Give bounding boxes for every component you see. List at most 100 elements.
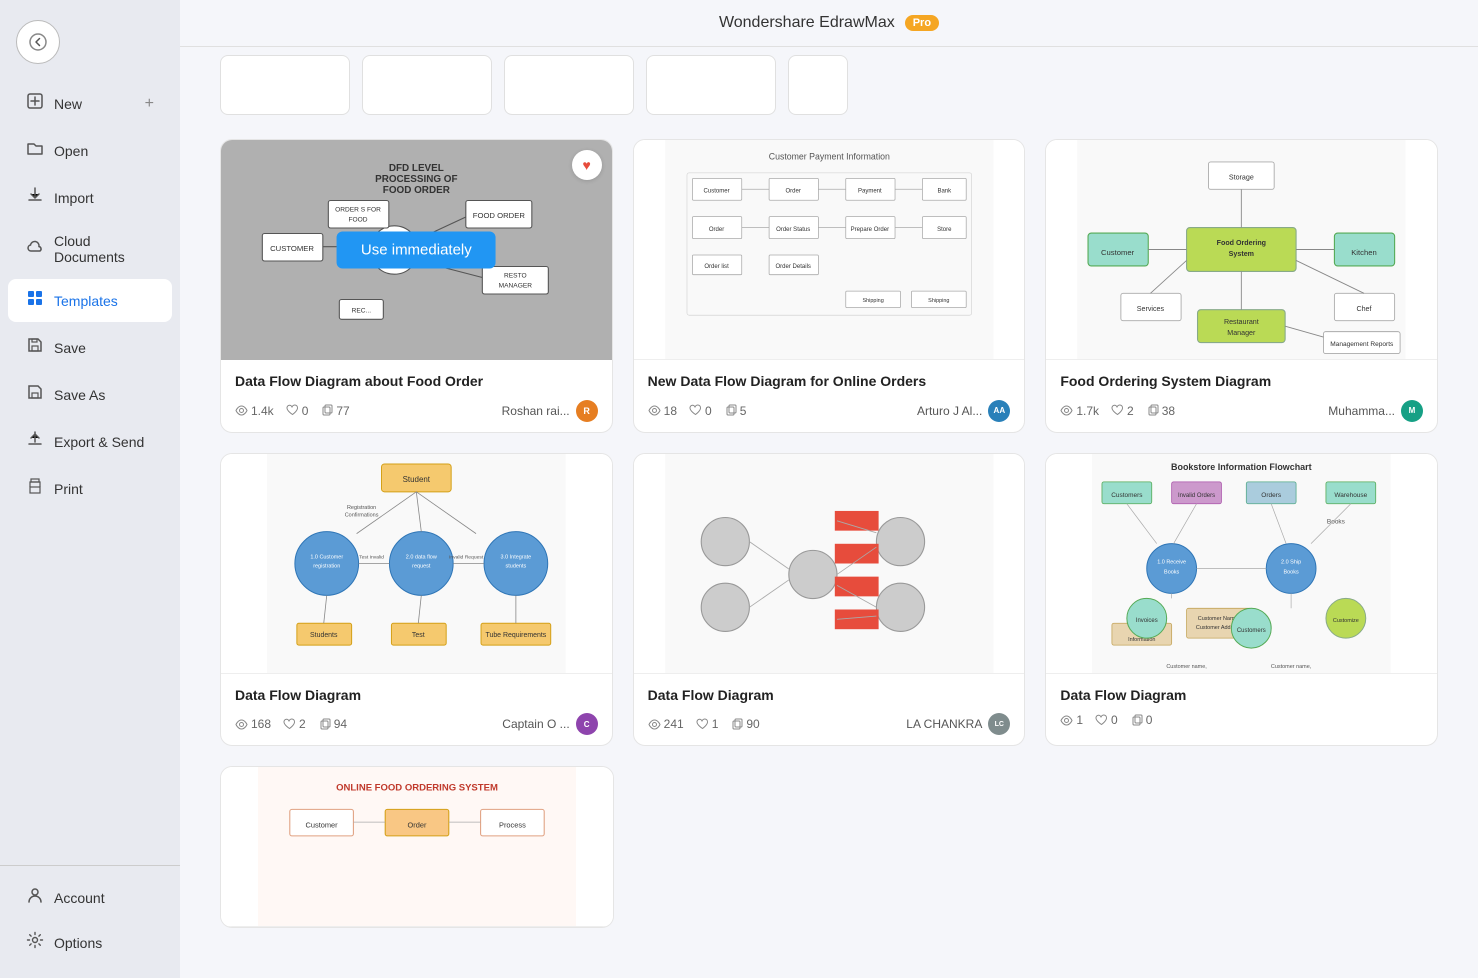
svg-text:Test Invalid: Test Invalid (359, 554, 384, 560)
pro-badge: Pro (905, 15, 939, 31)
card-title: Data Flow Diagram (648, 686, 1011, 706)
sidebar-item-import[interactable]: Import (8, 176, 172, 219)
card-meta: 241 1 90 LA CHANKRA LC (648, 713, 1011, 735)
sidebar-item-print[interactable]: Print (8, 467, 172, 510)
template-card[interactable]: Student 1.0 Customer registration 2.0 da… (220, 453, 613, 747)
card-thumbnail: DFD LEVEL PROCESSING OF FOOD ORDER CUSTO… (221, 140, 612, 360)
back-button[interactable] (16, 20, 60, 64)
card-title: New Data Flow Diagram for Online Orders (648, 372, 1011, 392)
svg-text:RESTO: RESTO (504, 273, 527, 280)
card-meta: 1 0 0 (1060, 713, 1423, 727)
template-card[interactable]: Bookstore Information Flowchart Customer… (1045, 453, 1438, 747)
likes-stat: 1 (696, 717, 719, 731)
templates-grid: DFD LEVEL PROCESSING OF FOOD ORDER CUSTO… (220, 139, 1438, 746)
strip-card[interactable] (788, 55, 848, 115)
sidebar-bottom: Account Options (0, 865, 180, 966)
svg-text:Customer Payment Information: Customer Payment Information (768, 152, 889, 162)
svg-text:Test: Test (412, 632, 425, 639)
copies-stat: 94 (318, 717, 347, 731)
template-card[interactable]: Customer Payment Information Customer Or… (633, 139, 1026, 433)
card-thumbnail: Customer Kitchen Food Ordering System Se… (1046, 140, 1437, 360)
copies-stat: 38 (1146, 404, 1175, 418)
strip-card[interactable] (646, 55, 776, 115)
template-card[interactable]: Customer Kitchen Food Ordering System Se… (1045, 139, 1438, 433)
svg-text:Invalid Request: Invalid Request (449, 554, 484, 560)
copies-stat: 0 (1130, 713, 1153, 727)
use-immediately-button[interactable]: Use immediately (337, 232, 496, 269)
svg-text:FOOD ORDER: FOOD ORDER (383, 185, 450, 196)
card-thumbnail: Student 1.0 Customer registration 2.0 da… (221, 454, 612, 674)
svg-text:Process: Process (499, 821, 526, 830)
views-stat: 18 (648, 404, 677, 418)
card-title: Data Flow Diagram about Food Order (235, 372, 598, 392)
svg-text:Customer name,: Customer name, (1271, 664, 1312, 670)
svg-text:Order: Order (709, 227, 724, 233)
new-icon (26, 92, 44, 115)
sidebar: New + Open Import Cloud Documents Templa… (0, 0, 180, 978)
svg-text:Services: Services (1137, 305, 1165, 313)
card-info: Data Flow Diagram about Food Order 1.4k … (221, 360, 612, 432)
svg-text:Prepare Order: Prepare Order (850, 227, 888, 233)
svg-text:2.0 data flow: 2.0 data flow (406, 554, 437, 560)
svg-text:1.0 Customer: 1.0 Customer (310, 554, 343, 560)
sidebar-item-cloud[interactable]: Cloud Documents (8, 223, 172, 275)
empty-space (634, 766, 1026, 928)
svg-text:Order Status: Order Status (776, 227, 810, 233)
svg-text:request: request (412, 563, 431, 569)
sidebar-item-options[interactable]: Options (8, 921, 172, 964)
svg-text:Manager: Manager (1228, 329, 1257, 337)
svg-text:Confirmations: Confirmations (345, 512, 379, 518)
heart-button[interactable]: ♥ (572, 150, 602, 180)
card-title: Food Ordering System Diagram (1060, 372, 1423, 392)
sidebar-item-label: Print (54, 481, 83, 497)
svg-text:3.0 Integrate: 3.0 Integrate (501, 554, 532, 560)
card-thumbnail (634, 454, 1025, 674)
svg-text:Registration: Registration (347, 504, 376, 510)
author-avatar: R (576, 400, 598, 422)
strip-card[interactable] (504, 55, 634, 115)
svg-text:Books: Books (1164, 569, 1179, 575)
sidebar-item-new[interactable]: New + (8, 82, 172, 125)
card-thumbnail: Customer Payment Information Customer Or… (634, 140, 1025, 360)
svg-text:Store: Store (937, 227, 952, 233)
copies-stat: 90 (730, 717, 759, 731)
author-avatar: M (1401, 400, 1423, 422)
svg-text:students: students (506, 563, 527, 569)
sidebar-item-templates[interactable]: Templates (8, 279, 172, 322)
saveas-icon (26, 383, 44, 406)
svg-text:Books: Books (1284, 569, 1299, 575)
template-card-partial[interactable]: ONLINE FOOD ORDERING SYSTEM Customer Ord… (220, 766, 614, 928)
card-title: Data Flow Diagram (1060, 686, 1423, 706)
sidebar-item-account[interactable]: Account (8, 876, 172, 919)
card-thumbnail: ONLINE FOOD ORDERING SYSTEM Customer Ord… (221, 767, 613, 927)
likes-stat: 0 (1095, 713, 1118, 727)
sidebar-item-open[interactable]: Open (8, 129, 172, 172)
app-header: Wondershare EdrawMax Pro (180, 0, 1478, 47)
svg-text:Customize: Customize (1333, 618, 1359, 624)
svg-text:Storage: Storage (1229, 173, 1254, 181)
strip-card[interactable] (220, 55, 350, 115)
sidebar-item-saveas[interactable]: Save As (8, 373, 172, 416)
template-card[interactable]: Data Flow Diagram 241 1 90 (633, 453, 1026, 747)
empty-space (1046, 766, 1438, 928)
svg-text:Food Ordering: Food Ordering (1217, 239, 1266, 247)
svg-text:Bookstore Information Flowchar: Bookstore Information Flowchart (1171, 462, 1312, 472)
card-info: Data Flow Diagram 168 2 94 (221, 674, 612, 746)
svg-text:2.0 Ship: 2.0 Ship (1281, 559, 1301, 565)
template-card[interactable]: DFD LEVEL PROCESSING OF FOOD ORDER CUSTO… (220, 139, 613, 433)
sidebar-item-label: Save As (54, 387, 105, 403)
top-strip (180, 47, 1478, 123)
strip-card[interactable] (362, 55, 492, 115)
card-author: Arturo J Al... AA (917, 400, 1010, 422)
svg-text:Bank: Bank (937, 189, 952, 195)
sidebar-item-save[interactable]: Save (8, 326, 172, 369)
views-stat: 1 (1060, 713, 1083, 727)
svg-text:Payment: Payment (858, 189, 882, 195)
templates-grid-container: DFD LEVEL PROCESSING OF FOOD ORDER CUSTO… (180, 123, 1478, 978)
svg-text:REC...: REC... (352, 308, 372, 315)
sidebar-item-export[interactable]: Export & Send (8, 420, 172, 463)
open-icon (26, 139, 44, 162)
svg-text:Orders: Orders (1262, 491, 1282, 498)
author-avatar: LC (988, 713, 1010, 735)
options-icon (26, 931, 44, 954)
